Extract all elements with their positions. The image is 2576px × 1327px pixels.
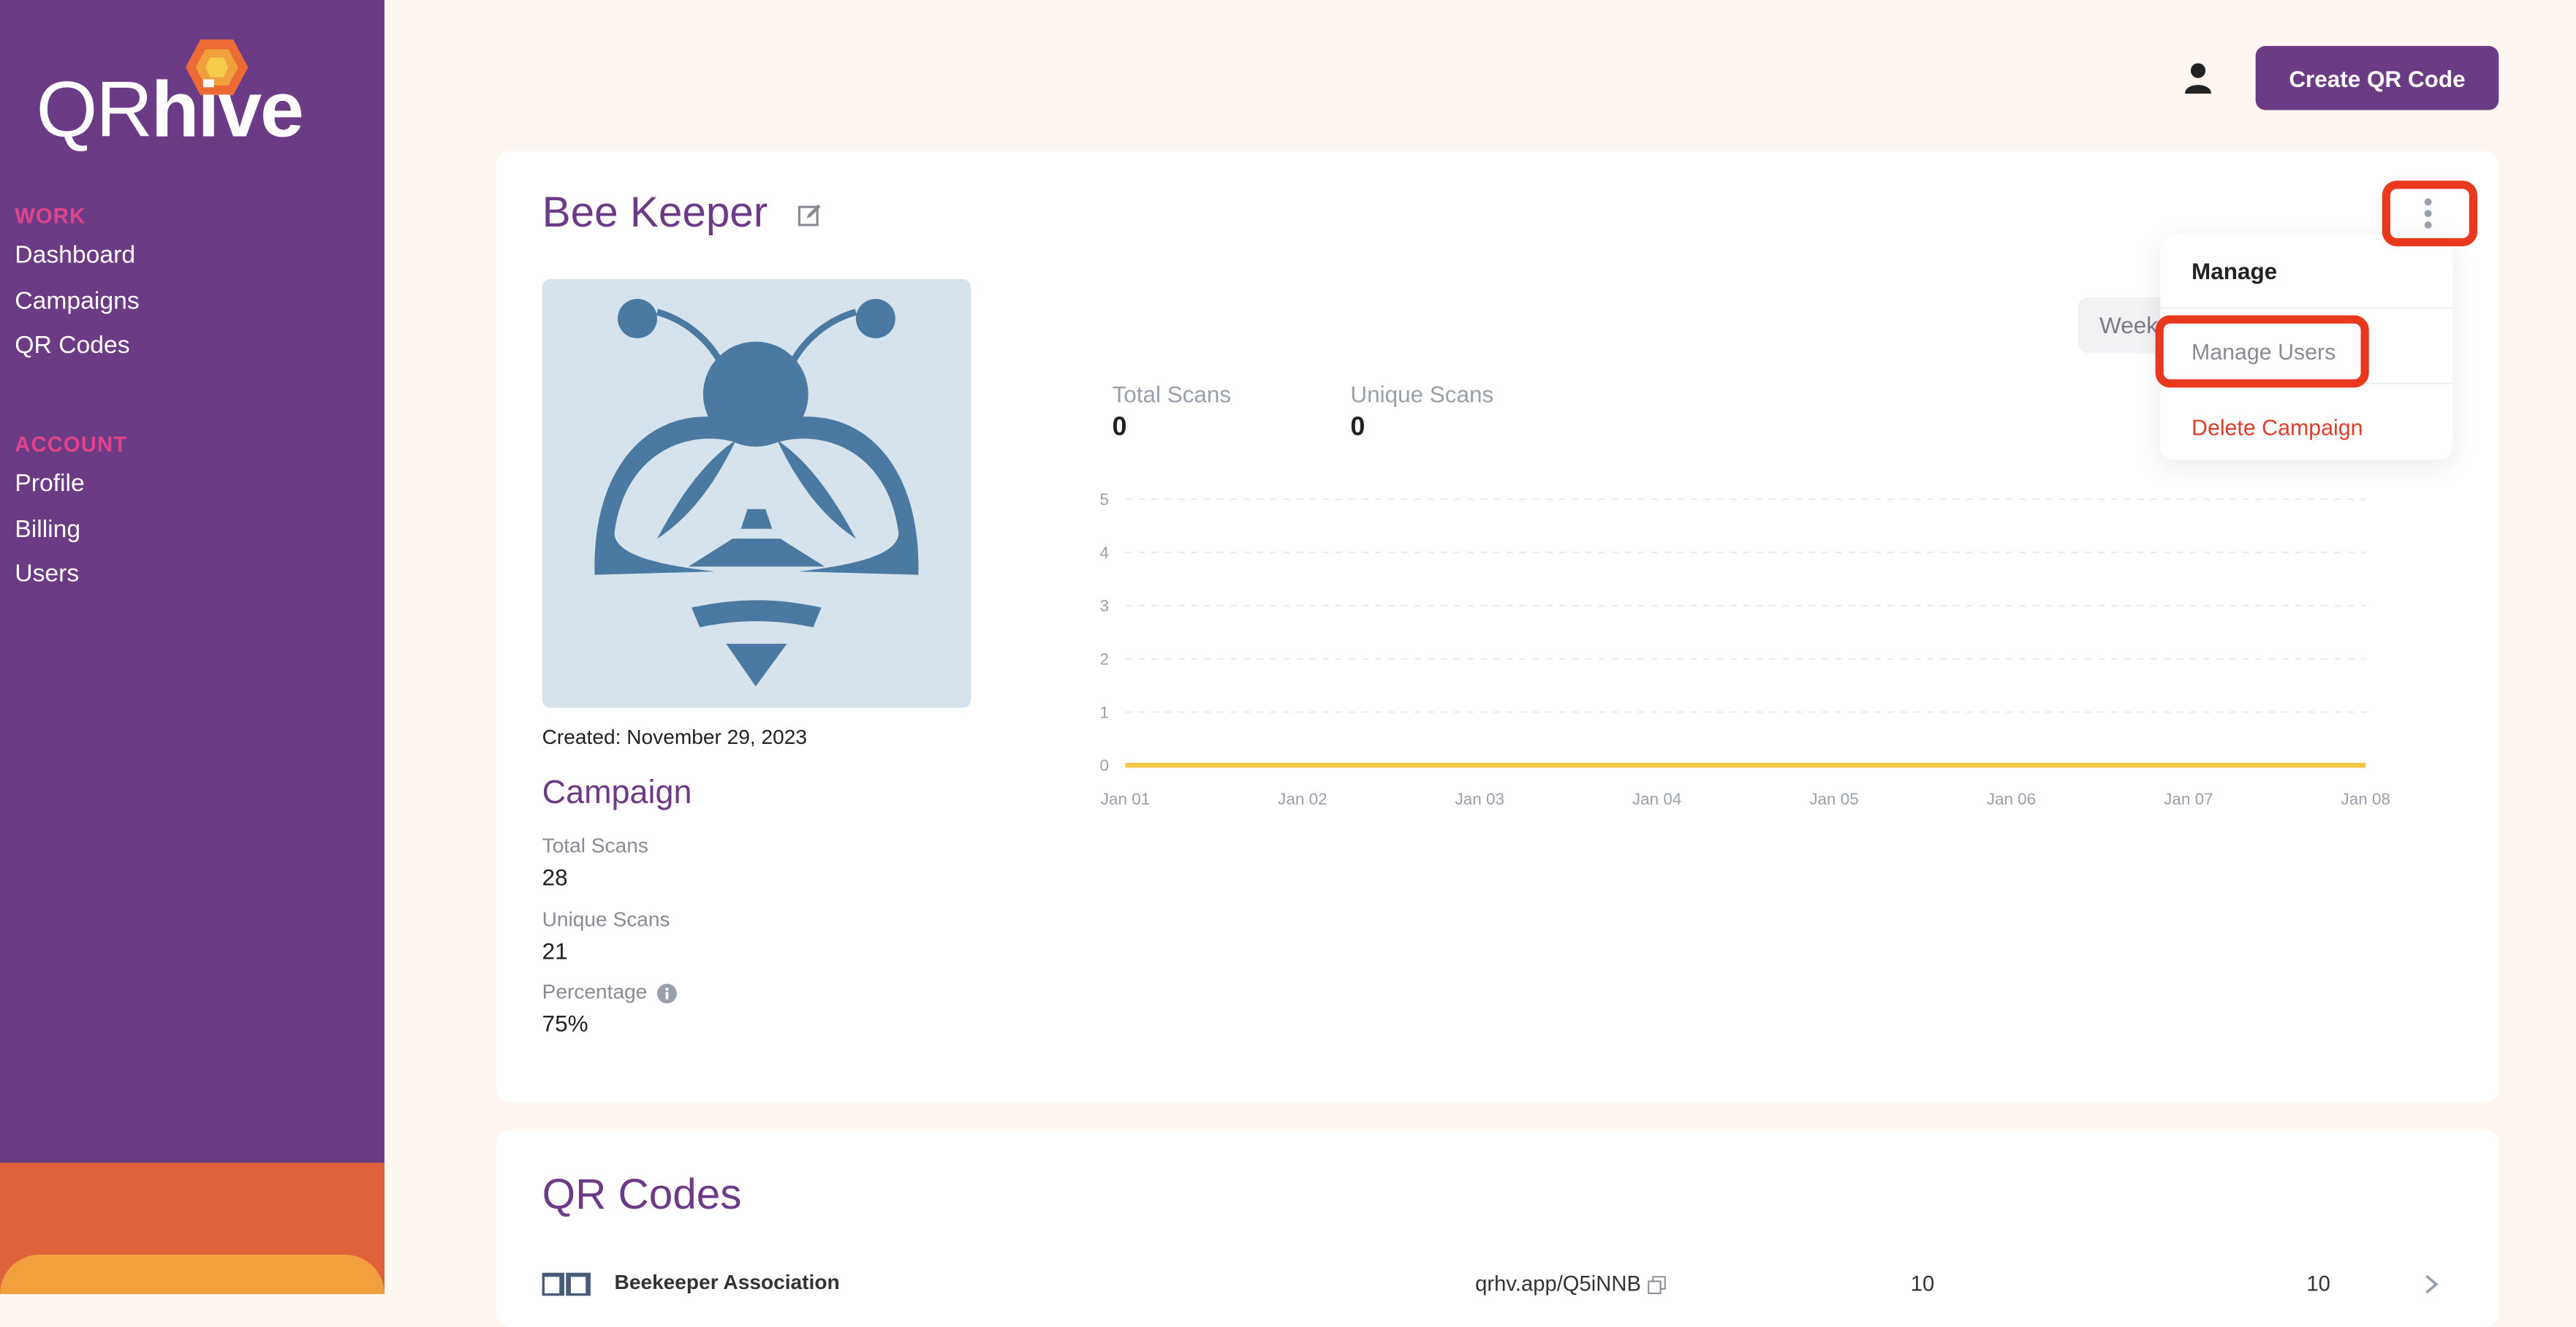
create-qr-code-button[interactable]: Create QR Code (2255, 45, 2499, 110)
campaign-title: Bee Keeper (542, 187, 768, 237)
qr-name: Beekeeper Association (614, 1271, 840, 1294)
sidebar-item-dashboard[interactable]: Dashboard (15, 240, 140, 285)
x-tick-label: Jan 01 (1101, 790, 1150, 808)
created-label: Created: (542, 726, 621, 749)
chart-total-scans: Total Scans 0 (1112, 381, 1231, 443)
nav-work-section: WORK Dashboard Campaigns QR Codes (15, 204, 140, 376)
scans-line-chart: 0 1 2 3 4 5 Jan 01 Jan 02 Jan 03 Jan 04 Jan 05 Jan … (1099, 490, 2390, 808)
y-tick-label: 5 (1099, 490, 1109, 509)
sidebar-item-billing[interactable]: Billing (15, 513, 127, 558)
qr-codes-card: QR Codes Beekeeper Association qrhv.app/… (496, 1130, 2499, 1327)
stat-total-scans: Total Scans 28 (542, 834, 648, 890)
sidebar-item-users[interactable]: Users (15, 558, 127, 604)
stat-value: 75% (542, 1010, 588, 1037)
y-tick-label: 1 (1099, 703, 1109, 721)
chart-stat-value: 0 (1112, 414, 1127, 442)
copy-icon[interactable] (1647, 1276, 1665, 1295)
bee-icon (594, 299, 919, 687)
qrhive-logo[interactable]: QRhive (36, 36, 348, 167)
created-date: Created: November 29, 2023 (542, 726, 807, 748)
nav-heading-work: WORK (15, 203, 86, 229)
stat-value: 21 (542, 938, 568, 965)
x-tick-label: Jan 05 (1809, 790, 1858, 808)
created-value: November 29, 2023 (626, 726, 808, 749)
x-tick-label: Jan 02 (1278, 790, 1327, 808)
chart-unique-scans: Unique Scans 0 (1350, 381, 1493, 443)
qr-unique-scans: 10 (2306, 1271, 2330, 1296)
stat-value: 28 (542, 864, 568, 891)
menu-heading: Manage (2192, 257, 2278, 284)
user-account-icon[interactable] (2183, 62, 2213, 95)
x-tick-label: Jan 03 (1455, 790, 1504, 808)
qr-scans: 10 (1910, 1271, 1935, 1296)
table-row[interactable]: Beekeeper Association qrhv.app/Q5iNNB 10… (496, 1268, 2499, 1307)
x-tick-label: Jan 07 (2164, 790, 2213, 808)
qr-short-link[interactable]: qrhv.app/Q5iNNB (1475, 1271, 1665, 1296)
chart-stat-value: 0 (1350, 414, 1365, 442)
sidebar-decoration-wave (0, 1255, 384, 1294)
qr-code-icon (542, 1272, 591, 1296)
x-tick-label: Jan 08 (2341, 790, 2390, 808)
y-tick-label: 0 (1099, 756, 1109, 775)
info-icon[interactable] (657, 983, 678, 1003)
nav-heading-account: ACCOUNT (15, 432, 128, 457)
campaign-image (542, 279, 971, 708)
stat-label: Unique Scans (542, 908, 670, 932)
nav-account-section: ACCOUNT Profile Billing Users (15, 432, 127, 604)
stat-unique-scans: Unique Scans 21 (542, 908, 670, 964)
chart-stat-label: Total Scans (1112, 381, 1232, 408)
manage-users-highlight (2155, 315, 2369, 388)
x-tick-label: Jan 04 (1632, 790, 1681, 808)
y-tick-label: 2 (1099, 650, 1109, 669)
y-tick-label: 3 (1099, 597, 1109, 615)
stat-label: Percentage (542, 981, 678, 1003)
delete-campaign-menu-item[interactable]: Delete Campaign (2192, 416, 2363, 441)
logo-wordmark: QRhive (36, 67, 303, 155)
stat-percentage: Percentage 75% (542, 981, 678, 1036)
sidebar: QRhive WORK Dashboard Campaigns QR Codes… (0, 0, 384, 1294)
sidebar-item-campaigns[interactable]: Campaigns (15, 285, 140, 330)
more-options-icon[interactable] (2412, 191, 2444, 237)
chevron-right-icon[interactable] (2422, 1274, 2441, 1294)
sidebar-item-profile[interactable]: Profile (15, 468, 127, 514)
edit-icon[interactable] (797, 202, 823, 228)
stat-label: Total Scans (542, 834, 648, 858)
menu-divider (2160, 307, 2453, 309)
x-tick-label: Jan 06 (1987, 790, 2036, 808)
campaign-section-title: Campaign (542, 775, 692, 812)
chart-stat-label: Unique Scans (1350, 381, 1494, 408)
sidebar-item-qr-codes[interactable]: QR Codes (15, 330, 140, 376)
qr-codes-title: QR Codes (542, 1169, 742, 1219)
y-tick-label: 4 (1099, 544, 1109, 562)
